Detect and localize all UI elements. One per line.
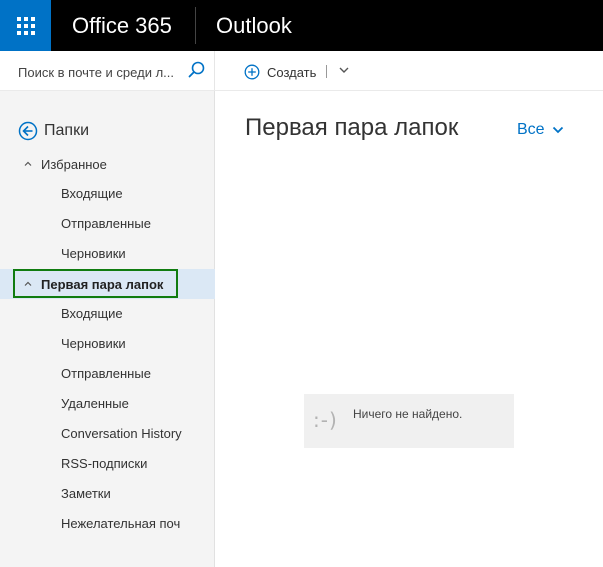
command-separator bbox=[326, 65, 327, 78]
favorites-group[interactable]: Избранное bbox=[0, 149, 215, 179]
folder-pane: Папки Избранное Входящие Отправленные Че… bbox=[0, 91, 215, 567]
back-arrow-icon bbox=[18, 121, 38, 141]
chevron-up-icon bbox=[24, 161, 32, 166]
app-title[interactable]: Outlook bbox=[216, 13, 292, 38]
new-message-label: Создать bbox=[267, 64, 317, 80]
chevron-down-icon bbox=[552, 126, 563, 134]
filter-dropdown[interactable]: Все bbox=[517, 121, 564, 139]
empty-state: :-) Ничего не найдено. bbox=[304, 394, 514, 448]
folder-item-junk[interactable]: Нежелательная поч bbox=[61, 514, 180, 534]
empty-message: Ничего не найдено. bbox=[353, 407, 463, 421]
folder-item-notes[interactable]: Заметки bbox=[61, 484, 111, 504]
top-bar: Office 365 Outlook bbox=[0, 0, 603, 51]
folder-title: Первая пара лапок bbox=[245, 114, 459, 141]
search-icon[interactable] bbox=[187, 60, 207, 80]
search-box bbox=[0, 51, 215, 91]
header-divider bbox=[195, 7, 196, 44]
chevron-up-icon bbox=[24, 281, 32, 286]
chevron-down-icon[interactable] bbox=[338, 64, 350, 76]
account-label: Первая пара лапок bbox=[41, 276, 164, 292]
folder-item-sent[interactable]: Отправленные bbox=[61, 364, 151, 384]
new-message-button[interactable]: Создать bbox=[244, 62, 316, 82]
favorites-item-drafts[interactable]: Черновики bbox=[61, 244, 126, 264]
folders-header[interactable]: Папки bbox=[18, 121, 89, 141]
smiley-icon: :-) bbox=[313, 408, 338, 432]
folder-item-deleted[interactable]: Удаленные bbox=[61, 394, 129, 414]
folder-item-drafts[interactable]: Черновики bbox=[61, 334, 126, 354]
folder-item-inbox[interactable]: Входящие bbox=[61, 304, 123, 324]
app-launcher-button[interactable] bbox=[0, 0, 51, 51]
message-list-pane: Первая пара лапок Все :-) Ничего не найд… bbox=[216, 91, 603, 567]
filter-label: Все bbox=[517, 121, 545, 138]
favorites-item-sent[interactable]: Отправленные bbox=[61, 214, 151, 234]
brand-title[interactable]: Office 365 bbox=[72, 13, 172, 38]
plus-circle-icon bbox=[244, 64, 260, 80]
folder-item-conversation-history[interactable]: Conversation History bbox=[61, 424, 182, 444]
account-group[interactable]: Первая пара лапок bbox=[0, 269, 215, 299]
folders-label: Папки bbox=[44, 122, 89, 139]
favorites-label: Избранное bbox=[41, 156, 107, 172]
command-bar: Создать bbox=[215, 51, 603, 91]
favorites-item-inbox[interactable]: Входящие bbox=[61, 184, 123, 204]
search-input[interactable] bbox=[18, 63, 183, 81]
folder-item-rss[interactable]: RSS-подписки bbox=[61, 454, 147, 474]
app-launcher-icon bbox=[16, 16, 35, 35]
